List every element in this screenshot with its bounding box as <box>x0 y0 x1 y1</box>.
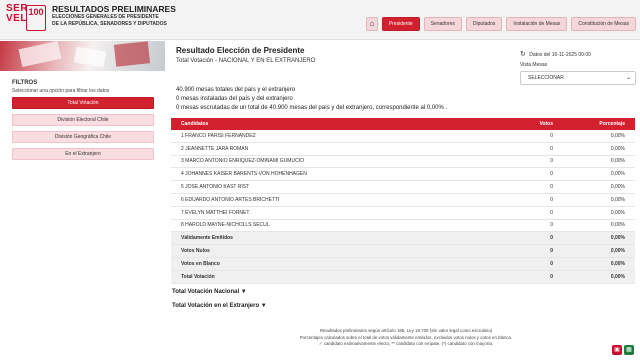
filter-extranjero[interactable]: En el Extranjero <box>12 148 154 160</box>
candidate-row: 8 HAROLD MAYNE-NICHOLLS SECUL 0 0,00% <box>171 220 635 233</box>
summary-line: 0 mesas instaladas del país y del extran… <box>176 96 293 102</box>
header-votos: Votos <box>539 121 553 127</box>
candidate-row: 1 FRANCO PARISI FERNANDEZ 0 0,00% <box>171 130 635 143</box>
candidate-name: 5 JOSE ANTONIO KAST RIST <box>181 184 250 191</box>
votes-cell: 0 <box>550 209 553 216</box>
percent-cell: 0,00% <box>610 248 625 255</box>
candidate-name: Votos Nulos <box>181 248 210 255</box>
summary-line: 0 mesas escrutadas de un total de 40.900… <box>176 105 448 111</box>
percent-cell: 0,00% <box>610 260 625 267</box>
percent-cell: 0,00% <box>610 132 625 139</box>
site-subtitle: ELECCIONES GENERALES DE PRESIDENTE DE LA… <box>52 14 167 27</box>
percent-cell: 0,00% <box>610 184 625 191</box>
summary-line: 40.900 mesas totales del país y el extra… <box>176 87 296 93</box>
refresh-icon[interactable]: ↻ <box>520 51 526 58</box>
candidate-row: 4 JOHANNES KAISER BARENTS-VON HOHENHAGEN… <box>171 168 635 182</box>
percent-cell: 0,00% <box>610 145 625 152</box>
votes-cell: 0 <box>550 132 553 139</box>
candidate-name: 1 FRANCO PARISI FERNANDEZ <box>181 132 256 139</box>
total-row: Votos Nulos 0 0,00% <box>171 245 635 258</box>
candidate-row: 5 JOSE ANTONIO KAST RIST 0 0,00% <box>171 181 635 194</box>
table-header: Candidatos Votos Porcentaje <box>171 118 635 130</box>
total-row: Votos en Blanco 0 0,00% <box>171 257 635 271</box>
nav-presidente[interactable]: Presidente <box>381 17 420 31</box>
total-row: Total Votación 0 0,00% <box>171 270 635 284</box>
percent-cell: 0,00% <box>610 158 625 165</box>
filters-help: Seleccionar una opción para filtrar los … <box>12 88 110 94</box>
section-total-nacional[interactable]: Total Votación Nacional ▼ <box>172 289 247 295</box>
badge-number: 100 <box>28 7 44 17</box>
votes-cell: 0 <box>550 235 553 242</box>
nav-diputados[interactable]: Diputados <box>465 17 503 31</box>
votes-cell: 0 <box>550 248 553 255</box>
filters-title: FILTROS <box>12 80 38 86</box>
candidate-name: 4 JOHANNES KAISER BARENTS-VON HOHENHAGEN <box>181 171 307 178</box>
votes-cell: 0 <box>550 260 553 267</box>
filter-total-votacion[interactable]: Total Votación <box>12 97 154 109</box>
percent-cell: 0,00% <box>610 209 625 216</box>
update-info: ↻ Datos del 16-11-2025 00:00 <box>520 50 591 58</box>
percent-cell: 0,00% <box>610 273 625 280</box>
nav-instalacion-mesas[interactable]: Instalación de Mesas <box>506 17 568 31</box>
candidate-name: Total Votación <box>181 273 215 280</box>
candidate-name: 8 HAROLD MAYNE-NICHOLLS SECUL <box>181 222 270 229</box>
candidate-row: 6 EDUARDO ANTONIO ARTES BRICHETTI 0 0,00% <box>171 194 635 207</box>
votes-cell: 0 <box>550 184 553 191</box>
header-candidatos: Candidatos <box>181 121 209 127</box>
site-header: SER VEL 100 RESULTADOS PRELIMINARES ELEC… <box>0 0 640 40</box>
candidate-row: 7 EVELYN MATTHEI FORNET 0 0,00% <box>171 207 635 220</box>
votes-cell: 0 <box>550 158 553 165</box>
votes-cell: 0 <box>550 222 553 229</box>
nav-senadores[interactable]: Senadores <box>423 17 462 31</box>
chevron-down-icon: ⌄ <box>625 75 631 81</box>
main-nav: ⌂ Presidente Senadores Diputados Instala… <box>365 17 636 31</box>
candidate-name: 2 JEANNETTE JARA ROMAN <box>181 145 249 152</box>
votes-cell: 0 <box>550 196 553 203</box>
filter-division-electoral[interactable]: División Electoral Chile <box>12 114 154 126</box>
vista-mesas-select[interactable]: SELECCIONAR ⌄ <box>520 71 636 85</box>
candidate-name: Votos en Blanco <box>181 260 220 267</box>
candidate-name: Válidamente Emitidos <box>181 235 233 242</box>
candidate-name: 3 MARCO ANTONIO ENRIQUEZ-OMINAMI GUMUCIO <box>181 158 304 165</box>
home-icon: ⌂ <box>369 19 375 28</box>
page-subtitle: Total Votación - NACIONAL Y EN EL EXTRAN… <box>176 58 316 64</box>
filters-sidebar: FILTROS Seleccionar una opción para filt… <box>12 80 154 160</box>
vista-mesas-value: SELECCIONAR <box>528 75 564 81</box>
site-title: RESULTADOS PRELIMINARES <box>52 4 176 14</box>
candidate-row: 2 JEANNETTE JARA ROMAN 0 0,00% <box>171 143 635 156</box>
results-table: Candidatos Votos Porcentaje 1 FRANCO PAR… <box>171 118 635 284</box>
header-porcentaje: Porcentaje <box>599 121 625 127</box>
percent-cell: 0,00% <box>610 222 625 229</box>
home-button[interactable]: ⌂ <box>365 17 378 31</box>
ballot-banner-image <box>0 41 165 71</box>
percent-cell: 0,00% <box>610 171 625 178</box>
section-total-extranjero[interactable]: Total Votación en el Extranjero ▼ <box>172 303 267 309</box>
pdf-download-icon[interactable]: ▣ <box>612 345 622 355</box>
votes-cell: 0 <box>550 273 553 280</box>
footer-notes: Resultados preliminares según artículo 1… <box>176 328 636 348</box>
percent-cell: 0,00% <box>610 235 625 242</box>
servel-logo[interactable]: SER VEL 100 <box>6 4 46 36</box>
main-content: Resultado Elección de Presidente Total V… <box>176 46 636 85</box>
anniversary-badge: 100 <box>26 5 46 31</box>
total-row: Válidamente Emitidos 0 0,00% <box>171 232 635 246</box>
excel-download-icon[interactable]: ▦ <box>624 345 634 355</box>
update-timestamp: Datos del 16-11-2025 00:00 <box>529 52 591 58</box>
votes-cell: 0 <box>550 171 553 178</box>
mesas-summary: 40.900 mesas totales del país y el extra… <box>176 86 447 113</box>
servel-logo-text: SER VEL <box>6 3 29 24</box>
vista-mesas-label: Vista Mesas <box>520 62 548 68</box>
percent-cell: 0,00% <box>610 196 625 203</box>
footer-line: ✓ candidato estimativamente electo, ** c… <box>318 341 494 346</box>
candidate-name: 7 EVELYN MATTHEI FORNET <box>181 209 250 216</box>
candidate-name: 6 EDUARDO ANTONIO ARTES BRICHETTI <box>181 196 280 203</box>
candidate-row: 3 MARCO ANTONIO ENRIQUEZ-OMINAMI GUMUCIO… <box>171 156 635 169</box>
filter-division-geografica[interactable]: División Geográfica Chile <box>12 131 154 143</box>
nav-constitucion-mesas[interactable]: Constitución de Mesas <box>571 17 636 31</box>
votes-cell: 0 <box>550 145 553 152</box>
